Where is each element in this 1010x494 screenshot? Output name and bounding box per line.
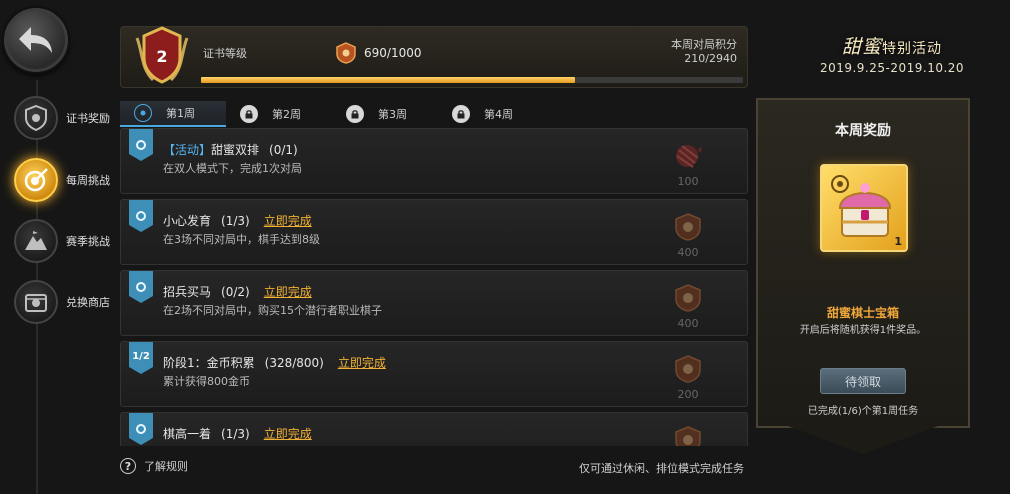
tab-label: 第1周: [166, 107, 195, 120]
tab-week-4[interactable]: 第4周: [438, 101, 544, 127]
target-icon: [134, 104, 152, 122]
task-row: 1/2 阶段1：金币积累 (328/800) 立即完成 累计获得800金币 200: [120, 341, 748, 407]
complete-now-link[interactable]: 立即完成: [264, 214, 312, 228]
task-name: 小心发育: [163, 214, 212, 228]
rank-badge: 2: [133, 24, 191, 88]
nav-label: 赛季挑战: [66, 235, 110, 248]
back-arrow-icon: [19, 27, 52, 53]
exp-badge-icon: [673, 425, 703, 446]
exp-icon: [335, 42, 357, 64]
mountain-icon: [14, 219, 58, 263]
shop-icon: [14, 280, 58, 324]
tab-week-1[interactable]: 第1周: [120, 101, 226, 127]
task-reward-value: 400: [677, 246, 699, 259]
task-progress: (328/800): [264, 356, 324, 370]
task-title: 【活动】甜蜜双排 (0/1): [163, 141, 298, 158]
task-flag-icon: [129, 413, 153, 445]
exp-value: 690/1000: [364, 46, 422, 60]
event-banner: 甜蜜特别活动 2019.9.25-2019.10.20: [792, 32, 992, 82]
nav-label: 每周挑战: [66, 174, 110, 187]
event-title-sub: 特别活动: [882, 41, 942, 57]
exp-badge-icon: [673, 354, 703, 384]
help-label: 了解规则: [144, 460, 188, 473]
exp-badge-icon: [673, 212, 703, 242]
task-list[interactable]: 【活动】甜蜜双排 (0/1) 在双人模式下，完成1次对局 100 小心发育 (1/3…: [120, 128, 748, 446]
event-title: 甜蜜特别活动: [792, 32, 992, 59]
nav-label: 证书奖励: [66, 112, 110, 125]
task-reward-value: 200: [677, 388, 699, 401]
task-flag-icon: [129, 271, 153, 303]
target-icon: [14, 158, 58, 202]
complete-now-link[interactable]: 立即完成: [264, 427, 312, 441]
shield-icon: [14, 96, 58, 140]
complete-now-link[interactable]: 立即完成: [338, 356, 386, 370]
weekly-reward-panel: 本周奖励 1 甜蜜棋士宝箱 开启后将随机获得1件奖品。 待领取 已完成(1/6)…: [756, 98, 970, 428]
task-description: 在3场不同对局中，棋手达到8级: [163, 233, 320, 246]
task-description: 在2场不同对局中，购买15个潜行者职业棋子: [163, 304, 382, 317]
exp-progress-bar: [201, 77, 743, 83]
mode-restriction-note: 仅可通过休闲、排位模式完成任务: [579, 462, 744, 475]
event-dates: 2019.9.25-2019.10.20: [819, 61, 965, 75]
task-title: 阶段1：金币积累 (328/800) 立即完成: [163, 354, 386, 371]
tab-label: 第3周: [378, 108, 407, 121]
event-title-main: 甜蜜: [841, 36, 882, 58]
task-description: 累计获得800金币: [163, 375, 250, 388]
reward-item-slot[interactable]: 1: [820, 164, 908, 252]
certificate-header: 2 证书等级 690/1000 本周对局积分 210/2940: [120, 26, 748, 88]
lock-icon: [240, 105, 258, 123]
task-row: 小心发育 (1/3) 立即完成 在3场不同对局中，棋手达到8级 400: [120, 199, 748, 265]
task-stage-label: 1/2: [132, 350, 150, 362]
task-name: 甜蜜双排: [211, 143, 260, 157]
task-progress: (1/3): [221, 427, 250, 441]
reward-item-name: 甜蜜棋士宝箱: [826, 306, 899, 320]
exp-badge-icon: [673, 283, 703, 313]
task-flag-icon: [129, 129, 153, 161]
task-progress: (1/3): [221, 214, 250, 228]
week-score-label: 本周对局积分: [671, 38, 737, 51]
task-name: 棋高一着: [163, 427, 212, 441]
tab-week-3[interactable]: 第3周: [332, 101, 438, 127]
back-button[interactable]: [4, 8, 68, 72]
week-score-value: 210/2940: [684, 52, 737, 65]
question-icon: ?: [120, 458, 136, 474]
task-name: 招兵买马: [163, 285, 212, 299]
exp-progress-fill: [201, 77, 575, 83]
nav-item-weekly-challenge[interactable]: 每周挑战: [14, 158, 110, 202]
lock-icon: [346, 105, 364, 123]
task-event-tag: 【活动】: [163, 143, 212, 157]
task-row: 棋高一着 (1/3) 立即完成: [120, 412, 748, 446]
reward-completion-status: 已完成(1/6)个第1周任务: [807, 406, 919, 417]
task-row: 招兵买马 (0/2) 立即完成 在2场不同对局中，购买15个潜行者职业棋子 400: [120, 270, 748, 336]
task-stage-flag: 1/2: [129, 342, 153, 374]
task-row: 【活动】甜蜜双排 (0/1) 在双人模式下，完成1次对局 100: [120, 128, 748, 194]
nav-label: 兑换商店: [66, 296, 110, 309]
nav-item-exchange-shop[interactable]: 兑换商店: [14, 280, 110, 324]
task-reward-value: 400: [677, 317, 699, 330]
task-reward-value: 100: [677, 175, 699, 188]
tab-week-2[interactable]: 第2周: [226, 101, 332, 127]
task-progress: (0/2): [221, 285, 250, 299]
complete-now-link[interactable]: 立即完成: [264, 285, 312, 299]
task-description: 在双人模式下，完成1次对局: [163, 162, 302, 175]
task-name: 阶段1：金币积累: [163, 356, 255, 370]
level-label: 证书等级: [203, 47, 247, 60]
task-title: 棋高一着 (1/3) 立即完成: [163, 425, 312, 442]
rules-help[interactable]: ? 了解规则: [120, 458, 188, 474]
task-title: 招兵买马 (0/2) 立即完成: [163, 283, 312, 300]
nav-item-season-challenge[interactable]: 赛季挑战: [14, 219, 110, 263]
rank-level-text: 2: [156, 47, 167, 66]
lock-icon: [452, 105, 470, 123]
nav-item-certificate-rewards[interactable]: 证书奖励: [14, 96, 110, 140]
task-title: 小心发育 (1/3) 立即完成: [163, 212, 312, 229]
reward-panel-title: 本周奖励: [835, 123, 891, 139]
reward-item-description: 开启后将随机获得1件奖品。: [799, 325, 927, 336]
candy-icon: [673, 141, 703, 171]
tab-label: 第2周: [272, 108, 301, 121]
week-tabs: 第1周 第2周 第3周 第4周: [120, 101, 544, 127]
task-progress: (0/1): [269, 143, 298, 157]
claim-button[interactable]: 待领取: [820, 368, 906, 394]
reward-item-count: 1: [894, 235, 902, 248]
tab-label: 第4周: [484, 108, 513, 121]
task-flag-icon: [129, 200, 153, 232]
